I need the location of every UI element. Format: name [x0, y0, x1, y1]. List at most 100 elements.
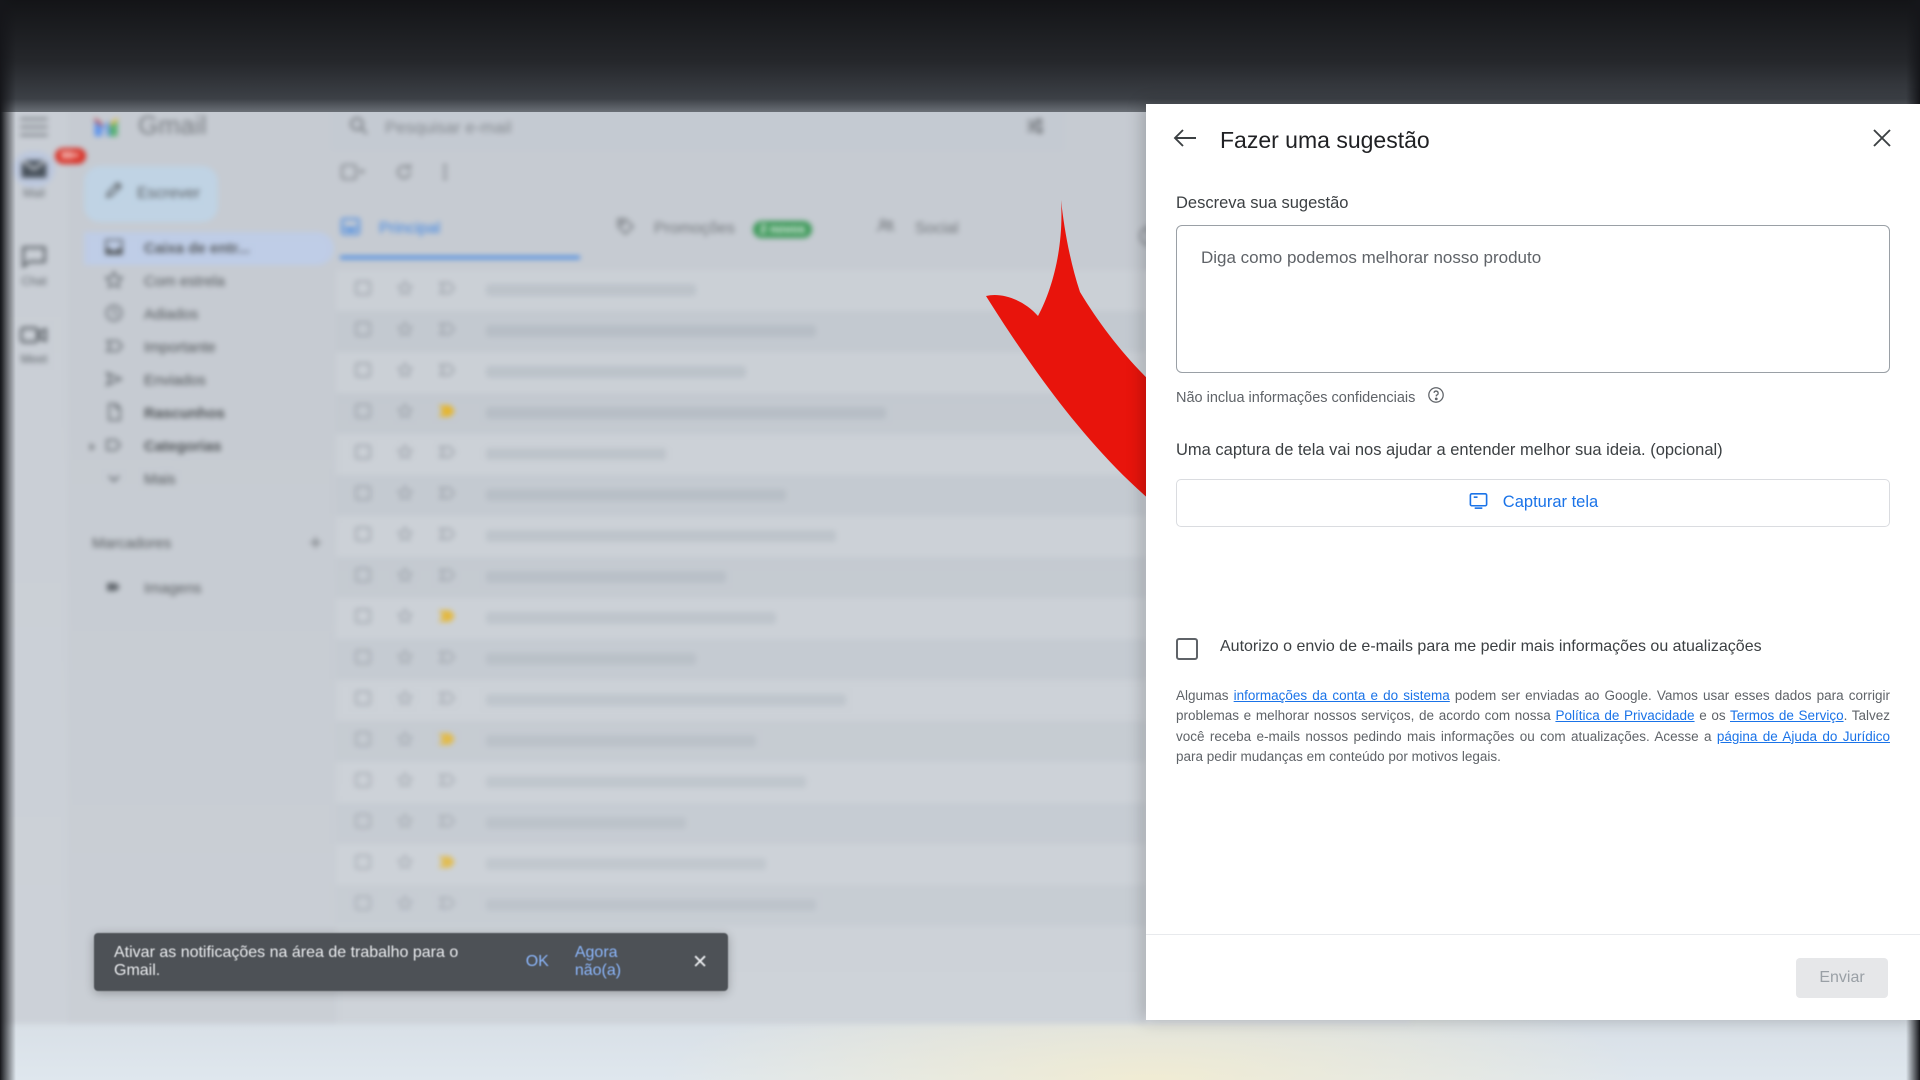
screenshot-icon [1468, 490, 1489, 516]
tab-promocoes[interactable]: Promoções 2 novos [615, 216, 813, 242]
checkbox-icon[interactable] [354, 279, 372, 302]
star-outline-icon[interactable] [396, 730, 414, 753]
compose-button[interactable]: Escrever [84, 166, 218, 222]
capture-screen-label: Capturar tela [1502, 493, 1599, 512]
email-consent-row[interactable]: Autorizo o envio de e-mails para me pedi… [1176, 635, 1890, 660]
search-input[interactable]: Pesquisar e-mail [385, 118, 512, 138]
plus-icon[interactable]: + [309, 532, 322, 554]
star-outline-icon[interactable] [396, 443, 414, 466]
checkbox-icon[interactable] [354, 402, 372, 425]
important-marker-icon[interactable] [438, 320, 458, 343]
submit-button[interactable]: Enviar [1796, 957, 1888, 998]
sidebar-item-important[interactable]: Importante [84, 331, 334, 364]
important-marker-icon[interactable] [438, 894, 458, 917]
terms-of-service-link[interactable]: Termos de Serviço [1730, 708, 1844, 723]
checkbox-icon[interactable] [354, 607, 372, 630]
email-subject-placeholder [486, 489, 786, 501]
checkbox-icon[interactable] [354, 443, 372, 466]
table-row[interactable] [336, 721, 1146, 762]
sidebar-item-label: Categorias [144, 438, 222, 455]
toast-ok-button[interactable]: OK [526, 953, 549, 971]
star-outline-icon[interactable] [396, 361, 414, 384]
star-outline-icon[interactable] [396, 484, 414, 507]
help-circle-icon[interactable] [1427, 386, 1445, 409]
sidebar-item-snoozed[interactable]: Adiados [84, 298, 334, 331]
important-marker-icon[interactable] [438, 525, 458, 548]
table-row[interactable] [336, 762, 1146, 803]
checkbox-icon[interactable] [354, 361, 372, 384]
sidebar-item-drafts[interactable]: Rascunhos [84, 397, 334, 430]
star-outline-icon[interactable] [396, 771, 414, 794]
legal-help-page-link[interactable]: página de Ajuda do Jurídico [1717, 729, 1890, 744]
sidebar-item-sent[interactable]: Enviados [84, 364, 334, 397]
checkbox-icon[interactable] [354, 689, 372, 712]
expand-caret-icon[interactable] [90, 443, 95, 451]
important-marker-icon[interactable] [438, 853, 458, 876]
important-marker-icon[interactable] [438, 689, 458, 712]
checkbox-icon[interactable] [354, 566, 372, 589]
table-row[interactable] [336, 680, 1146, 721]
privacy-policy-link[interactable]: Política de Privacidade [1555, 708, 1694, 723]
sidebar-item-categories[interactable]: Categorias [84, 430, 334, 463]
main-menu-icon[interactable] [20, 118, 48, 138]
important-marker-icon[interactable] [438, 648, 458, 671]
refresh-icon[interactable] [394, 162, 414, 187]
star-outline-icon[interactable] [396, 402, 414, 425]
sidebar-item-more[interactable]: Mais [84, 463, 334, 496]
important-marker-icon[interactable] [438, 607, 458, 630]
important-marker-icon[interactable] [438, 443, 458, 466]
search-options-icon[interactable] [1023, 114, 1047, 143]
star-outline-icon[interactable] [396, 607, 414, 630]
important-marker-icon[interactable] [438, 361, 458, 384]
back-arrow-icon[interactable] [1172, 127, 1198, 154]
checkbox-icon[interactable] [354, 812, 372, 835]
important-marker-icon[interactable] [438, 402, 458, 425]
checkbox-icon[interactable] [354, 853, 372, 876]
table-row[interactable] [336, 844, 1146, 885]
inbox-icon [104, 237, 124, 261]
checkbox-icon[interactable] [354, 894, 372, 917]
gmail-logo[interactable]: Gmail [92, 110, 207, 141]
checkbox-icon[interactable] [354, 484, 372, 507]
tab-principal[interactable]: Principal [340, 216, 440, 242]
star-outline-icon[interactable] [396, 812, 414, 835]
important-marker-icon[interactable] [438, 730, 458, 753]
checkbox-icon[interactable] [354, 771, 372, 794]
star-outline-icon[interactable] [396, 689, 414, 712]
capture-screen-button[interactable]: Capturar tela [1176, 478, 1890, 527]
table-row[interactable] [336, 803, 1146, 844]
star-outline-icon[interactable] [396, 648, 414, 671]
more-vertical-icon[interactable] [442, 162, 448, 187]
toast-later-button[interactable]: Agora não(a) [575, 944, 666, 980]
sidebar-item-inbox[interactable]: Caixa de entr... [84, 232, 334, 265]
star-outline-icon[interactable] [396, 853, 414, 876]
checkbox-icon[interactable] [354, 648, 372, 671]
inbox-tab-icon [340, 216, 361, 242]
close-icon[interactable]: ✕ [692, 951, 708, 974]
table-row[interactable] [336, 639, 1146, 680]
star-outline-icon[interactable] [396, 320, 414, 343]
important-marker-icon[interactable] [438, 279, 458, 302]
important-marker-icon[interactable] [438, 484, 458, 507]
label-item-imagens[interactable]: Imagens [84, 572, 334, 605]
star-outline-icon[interactable] [396, 279, 414, 302]
table-row[interactable] [336, 885, 1146, 926]
email-subject-placeholder [486, 817, 686, 829]
sidebar-item-starred[interactable]: Com estrela [84, 265, 334, 298]
close-icon[interactable] [1870, 126, 1894, 155]
suggestion-input[interactable]: Diga como podemos melhorar nosso produto [1176, 225, 1890, 373]
account-system-info-link[interactable]: informações da conta e do sistema [1234, 688, 1450, 703]
select-checkbox-icon[interactable] [340, 162, 366, 187]
star-icon [104, 269, 124, 294]
star-outline-icon[interactable] [396, 894, 414, 917]
important-marker-icon[interactable] [438, 771, 458, 794]
checkbox-icon[interactable] [354, 525, 372, 548]
important-marker-icon[interactable] [438, 566, 458, 589]
email-consent-checkbox[interactable] [1176, 637, 1198, 660]
star-outline-icon[interactable] [396, 566, 414, 589]
important-marker-icon[interactable] [438, 812, 458, 835]
star-outline-icon[interactable] [396, 525, 414, 548]
checkbox-icon[interactable] [354, 730, 372, 753]
checkbox-icon[interactable] [354, 320, 372, 343]
tab-social[interactable]: Social [875, 216, 959, 242]
